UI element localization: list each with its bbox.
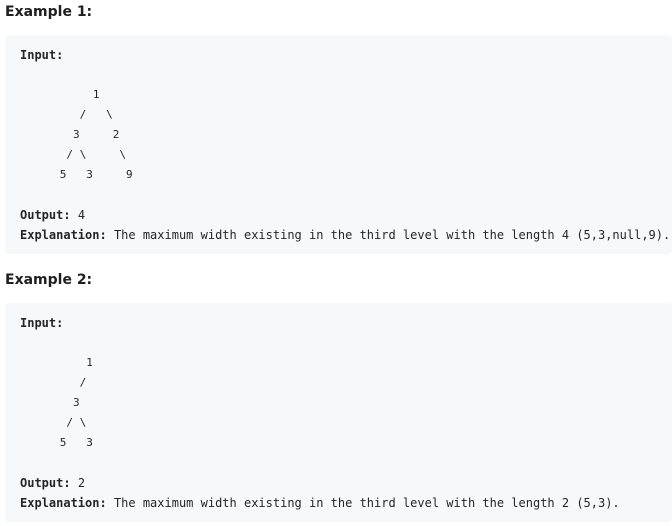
example-2-input-line: Input: (20, 313, 63, 333)
example-2-explanation-line: Explanation: The maximum width existing … (20, 493, 620, 513)
example-2-output-line: Output: 2 (20, 473, 85, 493)
example-2-code-block: Input: 1 / 3 / \ 5 3 Output: 2 Explanati… (5, 303, 672, 522)
example-2-heading: Example 2: (5, 272, 93, 288)
example-1-output-value: 4 (77, 208, 86, 222)
example-1-code-block: Input: 1 / \ 3 2 / \ \ 5 3 9 Output: 4 E… (5, 35, 672, 254)
example-2-output-value: 2 (77, 476, 86, 490)
example-2-output-label: Output: (20, 476, 71, 490)
example-1-input-line: Input: (20, 45, 63, 65)
example-1-output-line: Output: 4 (20, 205, 85, 225)
example-2-explanation-text: The maximum width existing in the third … (113, 496, 620, 510)
example-1-input-label: Input: (20, 48, 64, 62)
example-1-heading: Example 1: (5, 4, 93, 20)
example-2-tree-diagram: 1 / 3 / \ 5 3 (59, 356, 93, 449)
example-2-input-label: Input: (20, 316, 64, 330)
example-1-explanation-text: The maximum width existing in the third … (113, 228, 671, 242)
example-1-explanation-line: Explanation: The maximum width existing … (20, 225, 670, 245)
example-2-explanation-label: Explanation: (20, 496, 107, 510)
example-1-output-label: Output: (20, 208, 71, 222)
example-1-explanation-label: Explanation: (20, 228, 107, 242)
example-1-tree-diagram: 1 / \ 3 2 / \ \ 5 3 9 (59, 88, 133, 181)
